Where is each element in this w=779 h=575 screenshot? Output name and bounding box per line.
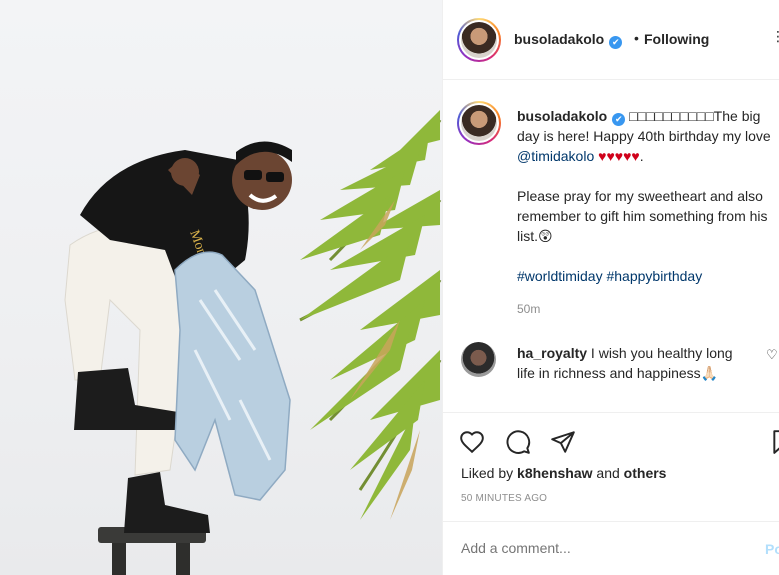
post-timestamp[interactable]: 50 MINUTES AGO (461, 493, 547, 504)
add-comment-bar: Po (443, 521, 779, 575)
heart-icon[interactable] (459, 429, 485, 455)
post-actions: Liked by k8henshaw and others 50 MINUTES… (443, 412, 779, 521)
author-username[interactable]: busoladakolo ✔ (514, 31, 623, 49)
caption-paragraph-1: busoladakolo ✔ □□□□□□□□□□The big day is h… (517, 106, 775, 166)
liked-others-link[interactable]: others (624, 465, 667, 481)
hearts-emoji: ♥♥♥♥♥ (598, 148, 640, 164)
verified-badge-icon: ✔ (609, 36, 623, 49)
caption-author-avatar[interactable] (457, 101, 501, 145)
liked-by-label: Liked by (461, 465, 518, 481)
add-comment-input[interactable] (461, 540, 741, 556)
following-button[interactable]: Following (644, 31, 709, 47)
post-header: busoladakolo ✔ • Following ⋮ (443, 0, 779, 80)
caption-verified-icon: ✔ (612, 113, 626, 126)
liked-and-label: and (592, 465, 624, 481)
share-icon[interactable] (550, 429, 576, 455)
commenter-username[interactable]: ha_royalty (517, 345, 587, 361)
post-photo[interactable]: Mone (0, 0, 442, 575)
caption-username[interactable]: busoladakolo (517, 108, 607, 124)
commenter-avatar[interactable] (461, 342, 496, 377)
bookmark-icon[interactable] (770, 429, 779, 455)
caption-paragraph-2: Please pray for my sweetheart and also r… (517, 188, 768, 244)
author-avatar[interactable] (457, 18, 501, 62)
post-caption: busoladakolo ✔ □□□□□□□□□□The big day is h… (517, 106, 775, 306)
post-sidebar: busoladakolo ✔ • Following ⋮ busoladakolo… (442, 0, 779, 575)
header-separator: • (634, 30, 639, 46)
liked-by-user-link[interactable]: k8henshaw (517, 465, 592, 481)
caption-timestamp[interactable]: 50m (517, 302, 540, 316)
caption-period: . (639, 148, 644, 164)
post-comment-button[interactable]: Po (765, 541, 779, 557)
comment-icon[interactable] (505, 429, 531, 455)
comment-like-icon[interactable]: ♡ (766, 347, 778, 363)
mention-link[interactable]: @timidakolo (517, 148, 594, 164)
comment-item: ha_royalty I wish you healthy long life … (517, 343, 749, 383)
hashtags-link[interactable]: #worldtimiday #happybirthday (517, 266, 775, 286)
likes-summary: Liked by k8henshaw and others (461, 465, 666, 481)
more-options-icon[interactable]: ⋮ (771, 28, 779, 45)
photo-illustration: Mone (64, 110, 442, 575)
author-username-text[interactable]: busoladakolo (514, 31, 604, 47)
